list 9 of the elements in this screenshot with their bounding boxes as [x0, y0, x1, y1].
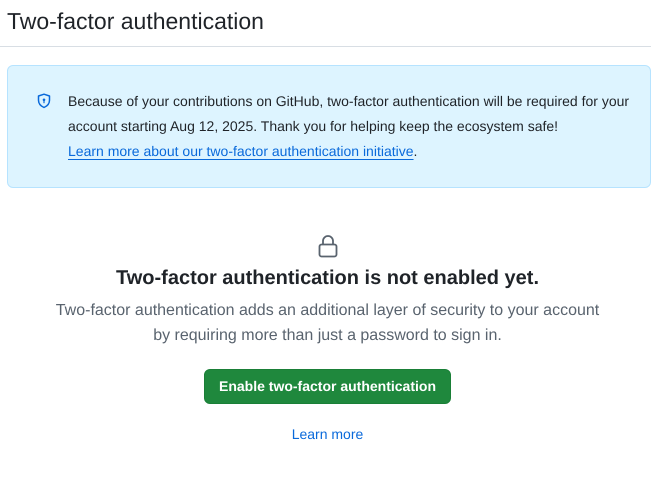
notice-text: Because of your contributions on GitHub, two-factor authentication will be required for your account starting Aug 12, 2025. Thank you for helping keep the ecosystem safe! Learn more about our two-factor authentication initiative.	[68, 92, 630, 161]
shield-icon	[36, 92, 52, 109]
empty-state-heading: Two-factor authentication is not enabled yet.	[116, 266, 539, 290]
notice-link[interactable]: Learn more about our two-factor authentication initiative	[68, 142, 414, 159]
lock-icon	[316, 234, 338, 258]
learn-more-link[interactable]: Learn more	[292, 424, 364, 445]
enable-button[interactable]: Enable two-factor authentication	[204, 368, 451, 404]
page-title: Two-factor authentication	[0, 0, 651, 47]
empty-state-description: Two-factor authentication adds an additional layer of security to your account by requiring more than just a password to sign in.	[54, 300, 600, 346]
